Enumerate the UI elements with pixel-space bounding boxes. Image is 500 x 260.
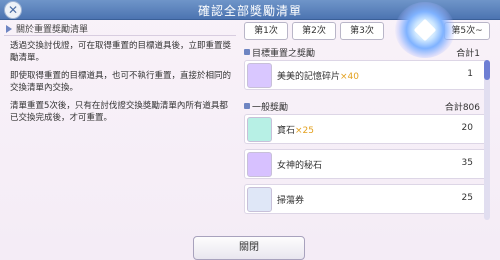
item-thumbnail [247,63,272,88]
section-name: 一般獎勵 [252,103,289,113]
close-button-label: 關閉 [239,242,259,253]
close-button[interactable]: 關閉 [193,236,305,260]
reward-list-screen: ✕ 確認全部獎勵清單 關於重置獎勵清單 透過交換討伐證，可在取得重置的目標道具後… [0,0,500,260]
section-header: 目標重置之獎勵 合計1 [244,46,488,59]
tab-label: 第2次 [302,26,326,36]
item-name: 女神的秘石 [277,161,323,171]
tab-1[interactable]: 第1次 [244,22,288,40]
triangle-bullet-icon [6,25,12,33]
reward-item: 美美的記憶碎片×40 1 [244,60,488,90]
item-count: 1 [467,69,473,79]
left-panel-header-label: 關於重置獎勵清單 [16,25,89,35]
reward-item: 掃蕩券 25 [244,184,488,214]
item-thumbnail [247,152,272,177]
tab-label: 第1次 [254,26,278,36]
tab-label: 第5次~ [451,26,483,36]
tab-label: 第3次 [350,26,374,36]
paragraph: 清單重置5次後，只有在討伐證交換獎勵清單內所有道具都已交換完成後，才可重置。 [10,101,228,123]
item-name: 寶石×25 [277,126,315,136]
left-panel-header: 關於重置獎勵清單 [4,22,236,36]
scrollbar-track[interactable] [484,60,490,220]
item-thumbnail [247,187,272,212]
left-panel: 關於重置獎勵清單 透過交換討伐證，可在取得重置的目標道具後，立即重置獎勵清單。 … [0,20,238,238]
section-name: 目標重置之獎勵 [252,49,316,59]
sparkle-icon [395,2,455,58]
paragraph: 即使取得重置的目標道具，也可不執行重置，直接於相同的交換清單內交換。 [10,71,232,93]
item-count: 20 [461,123,473,133]
reward-item: 女神的秘石 35 [244,149,488,179]
tab-3[interactable]: 第3次 [340,22,384,40]
scrollbar-thumb[interactable] [484,60,490,80]
item-thumbnail [247,117,272,142]
square-bullet-icon [244,49,250,55]
item-name: 掃蕩券 [277,196,305,206]
item-count: 35 [461,158,473,168]
tab-2[interactable]: 第2次 [292,22,336,40]
section-total: 合計1 [456,49,480,59]
section-header: 一般獎勵 合計806 [244,100,488,113]
item-name: 美美的記憶碎片×40 [277,72,360,82]
section-total: 合計806 [444,103,480,113]
item-count: 25 [461,193,473,203]
right-panel: 第1次 第2次 第3次 第5次~ 目標重置之獎勵 合計1 美美的記憶碎片×40 … [240,22,492,236]
square-bullet-icon [244,103,250,109]
reward-item: 寶石×25 20 [244,114,488,144]
paragraph: 透過交換討伐證，可在取得重置的目標道具後，立即重置獎勵清單。 [10,41,232,63]
